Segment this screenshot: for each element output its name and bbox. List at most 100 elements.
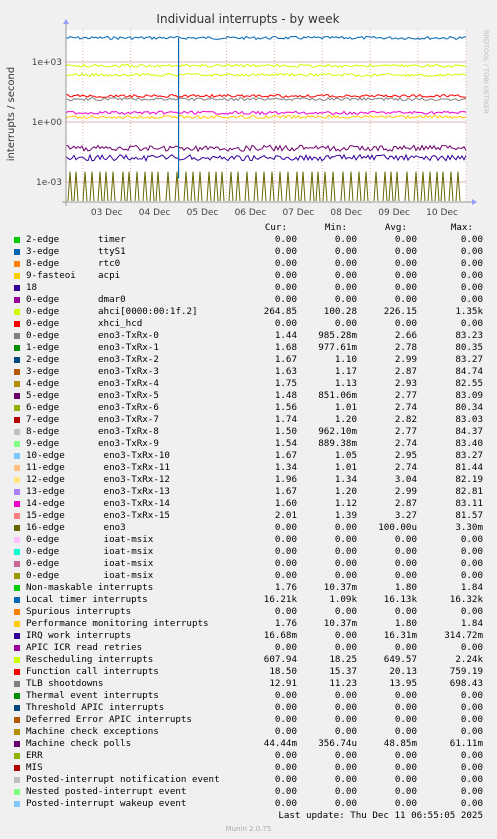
legend-cur: 1.67 <box>274 354 297 365</box>
legend-min: 0.00 <box>334 546 357 557</box>
legend-cur: 0.00 <box>274 606 297 617</box>
legend-min: 0.00 <box>334 522 357 533</box>
legend-cur: 264.85 <box>263 306 297 317</box>
legend-swatch <box>14 417 20 423</box>
legend-max: 0.00 <box>460 282 483 293</box>
legend-min: 356.74u <box>318 738 357 749</box>
legend-name: 18 <box>26 282 38 293</box>
legend-max: 0.00 <box>460 258 483 269</box>
legend-sub: ioat-msix <box>98 570 154 581</box>
legend-row: IRQ work interrupts 16.68m 0.00 16.31m 314.7… <box>0 630 497 642</box>
legend-name: 11-edge <box>26 462 65 473</box>
legend-swatch <box>14 489 20 495</box>
legend-max: 314.72m <box>444 630 483 641</box>
legend-name: 5-edge <box>26 390 60 401</box>
legend-name: 8-edge <box>26 258 60 269</box>
legend-avg: 2.82 <box>394 414 417 425</box>
legend-name: 8-edge <box>26 426 60 437</box>
legend-swatch <box>14 249 20 255</box>
legend-cur: 0.00 <box>274 750 297 761</box>
legend-name: 3-edge <box>26 366 60 377</box>
legend-avg: 3.27 <box>394 510 417 521</box>
legend-row: Spurious interrupts 0.00 0.00 0.00 0.00 <box>0 606 497 618</box>
legend-max: 0.00 <box>460 726 483 737</box>
legend-row: 4-edge eno3-TxRx-4 1.75 1.13 2.93 82.55 <box>0 378 497 390</box>
legend-max: 83.23 <box>455 330 483 341</box>
legend-min: 0.00 <box>334 690 357 701</box>
legend-row: 8-edge rtc0 0.00 0.00 0.00 0.00 <box>0 258 497 270</box>
legend-min: 977.61m <box>318 342 357 353</box>
legend-avg: 2.74 <box>394 438 417 449</box>
legend-row: Local timer interrupts 16.21k 1.09k 16.13k 1… <box>0 594 497 606</box>
legend-max: 0.00 <box>460 246 483 257</box>
legend-max: 83.27 <box>455 354 483 365</box>
legend-swatch <box>14 789 20 795</box>
legend-cur: 0.00 <box>274 318 297 329</box>
legend-max: 0.00 <box>460 318 483 329</box>
x-tick-label: 07 Dec <box>282 208 314 218</box>
legend-row: 2-edge eno3-TxRx-2 1.67 1.10 2.99 83.27 <box>0 354 497 366</box>
legend-row: 13-edge eno3-TxRx-13 1.67 1.20 2.99 82.81 <box>0 486 497 498</box>
legend-name: Threshold APIC interrupts <box>26 702 165 713</box>
legend-sub: eno3-TxRx-7 <box>98 414 159 425</box>
legend-swatch <box>14 321 20 327</box>
legend-min: 0.00 <box>334 570 357 581</box>
legend-avg: 0.00 <box>394 774 417 785</box>
legend-row: Thermal event interrupts 0.00 0.00 0.00 0.00 <box>0 690 497 702</box>
legend-name: Machine check polls <box>26 738 132 749</box>
legend-name: 14-edge <box>26 498 65 509</box>
legend-name: Rescheduling interrupts <box>26 654 154 665</box>
legend-max: 0.00 <box>460 762 483 773</box>
legend-cur: 0.00 <box>274 558 297 569</box>
x-tick-label: 06 Dec <box>235 208 267 218</box>
legend-swatch <box>14 633 20 639</box>
legend-sub: eno3-TxRx-15 <box>98 510 170 521</box>
legend-name: 15-edge <box>26 510 65 521</box>
legend-row: 0-edge dmar0 0.00 0.00 0.00 0.00 <box>0 294 497 306</box>
legend-row: 0-edge ioat-msix 0.00 0.00 0.00 0.00 <box>0 534 497 546</box>
legend-sub: eno3-TxRx-13 <box>98 486 170 497</box>
legend-row: 2-edge timer 0.00 0.00 0.00 0.00 <box>0 234 497 246</box>
legend-row: 0-edge xhci_hcd 0.00 0.00 0.00 0.00 <box>0 318 497 330</box>
legend-avg: 0.00 <box>394 546 417 557</box>
legend-max: 0.00 <box>460 774 483 785</box>
legend-swatch <box>14 609 20 615</box>
legend-cur: 0.00 <box>274 690 297 701</box>
legend-avg: 0.00 <box>394 318 417 329</box>
legend-avg: 2.99 <box>394 354 417 365</box>
legend-max: 82.19 <box>455 474 483 485</box>
legend-max: 82.81 <box>455 486 483 497</box>
legend-name: Machine check exceptions <box>26 726 159 737</box>
legend-swatch <box>14 621 20 627</box>
legend-avg: 0.00 <box>394 558 417 569</box>
legend-row: 12-edge eno3-TxRx-12 1.96 1.34 3.04 82.19 <box>0 474 497 486</box>
legend-name: 2-edge <box>26 354 60 365</box>
legend-row: 0-edge ioat-msix 0.00 0.00 0.00 0.00 <box>0 558 497 570</box>
legend-cur: 607.94 <box>263 654 297 665</box>
legend-swatch <box>14 285 20 291</box>
legend-min: 0.00 <box>334 702 357 713</box>
legend-cur: 1.76 <box>274 618 297 629</box>
legend-min: 0.00 <box>334 558 357 569</box>
legend-cur: 16.21k <box>263 594 297 605</box>
legend-row: APIC ICR read retries 0.00 0.00 0.00 0.00 <box>0 642 497 654</box>
legend-swatch <box>14 669 20 675</box>
legend-max: 61.11m <box>449 738 483 749</box>
legend-min: 889.38m <box>318 438 357 449</box>
legend-avg: 0.00 <box>394 234 417 245</box>
legend-cur: 0.00 <box>274 282 297 293</box>
legend-cur: 1.96 <box>274 474 297 485</box>
legend-row: Deferred Error APIC interrupts 0.00 0.00 0.… <box>0 714 497 726</box>
legend-swatch <box>14 705 20 711</box>
legend-name: Performance monitoring interrupts <box>26 618 209 629</box>
legend-sub: acpi <box>98 270 121 281</box>
col-max: Max: <box>450 222 473 233</box>
legend-sub: xhci_hcd <box>98 318 143 329</box>
legend-row: 7-edge eno3-TxRx-7 1.74 1.20 2.82 83.03 <box>0 414 497 426</box>
legend-row: 9-edge eno3-TxRx-9 1.54 889.38m 2.74 83.40 <box>0 438 497 450</box>
legend-name: TLB shootdowns <box>26 678 104 689</box>
legend-sub: ioat-msix <box>98 546 154 557</box>
legend-name: ERR <box>26 750 43 761</box>
legend-max: 759.19 <box>449 666 483 677</box>
legend-min: 985.28m <box>318 330 357 341</box>
